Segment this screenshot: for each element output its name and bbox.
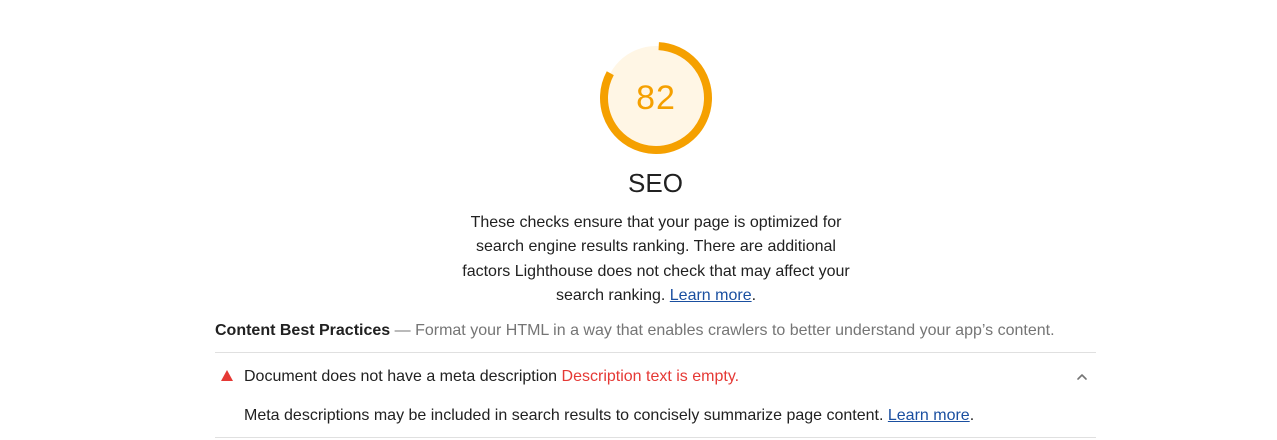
- audit-title-container: Document does not have a meta descriptio…: [244, 365, 739, 389]
- group-separator: —: [394, 322, 411, 339]
- group-header: Content Best Practices — Format your HTM…: [215, 320, 1095, 342]
- audit-description-text: Meta descriptions may be included in sea…: [244, 407, 884, 424]
- score-value: 82: [636, 79, 676, 117]
- group-divider: [215, 352, 1096, 353]
- lighthouse-report: 82 SEO These checks ensure that your pag…: [0, 0, 1277, 440]
- audit-display-value: Description text is empty.: [561, 368, 740, 385]
- chevron-up-icon[interactable]: [1072, 367, 1092, 387]
- group-description: Format your HTML in a way that enables c…: [415, 322, 1055, 339]
- audit-description: Meta descriptions may be included in sea…: [244, 405, 974, 427]
- audit-meta-description[interactable]: Document does not have a meta descriptio…: [215, 365, 1096, 389]
- category-learn-more-link[interactable]: Learn more: [670, 287, 752, 304]
- audit-learn-more-link[interactable]: Learn more: [888, 407, 970, 424]
- category-title: SEO: [628, 168, 683, 198]
- audit-title: Document does not have a meta descriptio…: [244, 368, 558, 385]
- category-description-end: .: [751, 286, 757, 304]
- group-title: Content Best Practices: [215, 322, 391, 339]
- score-gauge: 82: [598, 40, 714, 156]
- category-description-text: These checks ensure that your page is op…: [462, 214, 850, 304]
- fail-triangle-icon: [221, 370, 233, 381]
- audit-divider: [215, 437, 1096, 438]
- audit-description-end: .: [969, 407, 975, 424]
- category-description: These checks ensure that your page is op…: [455, 211, 857, 308]
